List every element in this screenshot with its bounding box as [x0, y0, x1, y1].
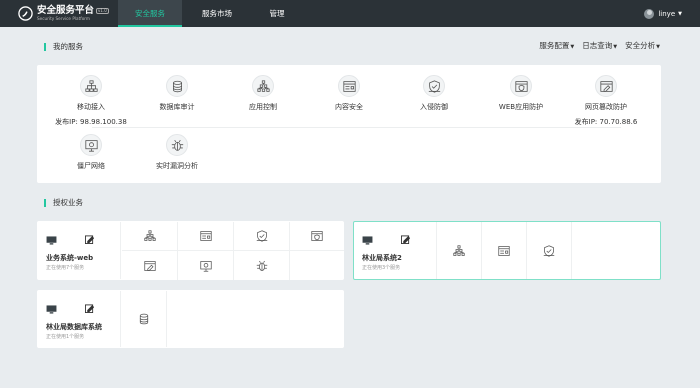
service-waf[interactable]: WEB应用防护	[476, 75, 566, 112]
bug-icon	[256, 260, 268, 272]
service-db-audit[interactable]: 数据库审计	[132, 75, 222, 112]
card-usage: 正在使用7个服务	[46, 265, 85, 271]
chevron-down-icon: ▼	[678, 10, 682, 17]
service-label: 实时漏洞分析	[156, 162, 198, 170]
main-nav: 安全服务 服务市场 管理	[118, 0, 302, 27]
service-botnet[interactable]: 僵尸网络	[46, 134, 136, 171]
chevron-down-icon: ▼	[570, 44, 575, 50]
card-usage: 正在使用1个服务	[46, 334, 85, 340]
service-intrusion-prevention[interactable]: 入侵防御	[389, 75, 479, 112]
computer-icon	[362, 236, 373, 245]
link-label: 安全分析	[625, 41, 656, 50]
service-cell[interactable]	[234, 251, 290, 280]
top-bar: 安全服务平台 v1.0 Security Service Platform 安全服…	[0, 0, 700, 27]
web-tamper-icon	[144, 260, 156, 272]
publish-ip: 发布IP: 98.98.100.38	[55, 118, 127, 126]
edit-icon[interactable]	[85, 235, 94, 244]
logo-icon	[18, 6, 33, 21]
service-app-control[interactable]: 应用控制	[218, 75, 308, 112]
service-cell[interactable]	[482, 222, 527, 279]
app-tree-icon	[257, 80, 270, 93]
service-label: 应用控制	[249, 103, 277, 111]
service-cell[interactable]	[234, 222, 290, 251]
chevron-down-icon: ▼	[613, 44, 618, 50]
service-vuln-analysis[interactable]: 实时漏洞分析	[132, 134, 222, 171]
monitor-icon	[200, 260, 212, 272]
content-icon	[200, 230, 212, 242]
web-tamper-icon	[600, 80, 613, 93]
service-links: 服务配置▼ 日志查询▼ 安全分析▼	[539, 40, 660, 51]
service-label: 僵尸网络	[77, 162, 105, 170]
web-shield-icon	[311, 230, 323, 242]
business-card[interactable]: 业务系统-web 正在使用7个服务	[37, 221, 344, 280]
edit-icon[interactable]	[401, 235, 410, 244]
app-tree-icon	[453, 245, 465, 257]
card-name: 林业局系统2	[362, 254, 402, 262]
shield-icon	[543, 245, 555, 257]
service-label: 网页篡改防护	[585, 103, 627, 111]
monitor-icon	[85, 139, 98, 152]
chevron-down-icon: ▼	[656, 44, 660, 50]
service-cell[interactable]	[178, 222, 234, 251]
version-badge: v1.0	[96, 7, 109, 14]
service-cell[interactable]	[527, 222, 572, 279]
computer-icon	[46, 236, 57, 245]
section-title-authorized: 授权业务	[44, 197, 83, 208]
card-name: 业务系统-web	[46, 254, 94, 262]
business-card[interactable]: 林业局系统2 正在使用3个服务	[353, 221, 661, 280]
link-security-analysis[interactable]: 安全分析▼	[625, 40, 660, 51]
link-service-config[interactable]: 服务配置▼	[539, 40, 574, 51]
my-services-panel: 移动接入 发布IP: 98.98.100.38 数据库审计 应用控制 内容安全 …	[37, 65, 661, 183]
service-label: 内容安全	[335, 103, 363, 111]
user-menu[interactable]: linye ▼	[644, 0, 682, 27]
username: linye	[658, 9, 676, 18]
computer-icon	[46, 305, 57, 314]
link-log-query[interactable]: 日志查询▼	[582, 40, 617, 51]
shield-icon	[428, 80, 441, 93]
service-label: 数据库审计	[159, 103, 195, 111]
service-cell[interactable]	[178, 251, 234, 280]
nav-security-services[interactable]: 安全服务	[118, 0, 182, 27]
app-subtitle: Security Service Platform	[37, 15, 90, 21]
app-tree-icon	[144, 230, 156, 242]
service-content-security[interactable]: 内容安全	[304, 75, 394, 112]
publish-ip: 发布IP: 70.70.88.6	[574, 118, 638, 126]
empty-cell	[290, 251, 344, 280]
section-title-my-services: 我的服务	[44, 41, 83, 52]
app-title: 安全服务平台	[37, 5, 95, 17]
link-label: 服务配置	[539, 41, 570, 50]
avatar	[644, 8, 655, 19]
bug-icon	[171, 139, 184, 152]
service-label: WEB应用防护	[498, 103, 544, 111]
service-cell[interactable]	[290, 222, 344, 251]
web-shield-icon	[515, 80, 528, 93]
service-cell[interactable]	[437, 222, 482, 279]
link-label: 日志查询	[582, 41, 613, 50]
database-icon	[171, 80, 184, 93]
network-icon	[85, 80, 98, 93]
service-mobile-access[interactable]: 移动接入 发布IP: 98.98.100.38	[46, 75, 136, 127]
nav-service-market[interactable]: 服务市场	[182, 0, 252, 27]
nav-manage[interactable]: 管理	[252, 0, 302, 27]
edit-icon[interactable]	[85, 304, 94, 313]
divider	[92, 127, 621, 128]
content-icon	[343, 80, 356, 93]
content-icon	[498, 245, 510, 257]
service-label: 移动接入	[77, 103, 105, 111]
brand[interactable]: 安全服务平台 v1.0 Security Service Platform	[0, 0, 118, 27]
service-web-tamper[interactable]: 网页篡改防护 发布IP: 70.70.88.6	[561, 75, 651, 127]
service-cell[interactable]	[122, 291, 167, 347]
database-icon	[138, 313, 150, 325]
service-cell[interactable]	[122, 222, 178, 251]
card-name: 林业局数据库系统	[46, 323, 102, 331]
service-cell[interactable]	[122, 251, 178, 280]
shield-icon	[256, 230, 268, 242]
card-usage: 正在使用3个服务	[362, 265, 401, 271]
service-label: 入侵防御	[420, 103, 448, 111]
business-card[interactable]: 林业局数据库系统 正在使用1个服务	[37, 290, 344, 348]
